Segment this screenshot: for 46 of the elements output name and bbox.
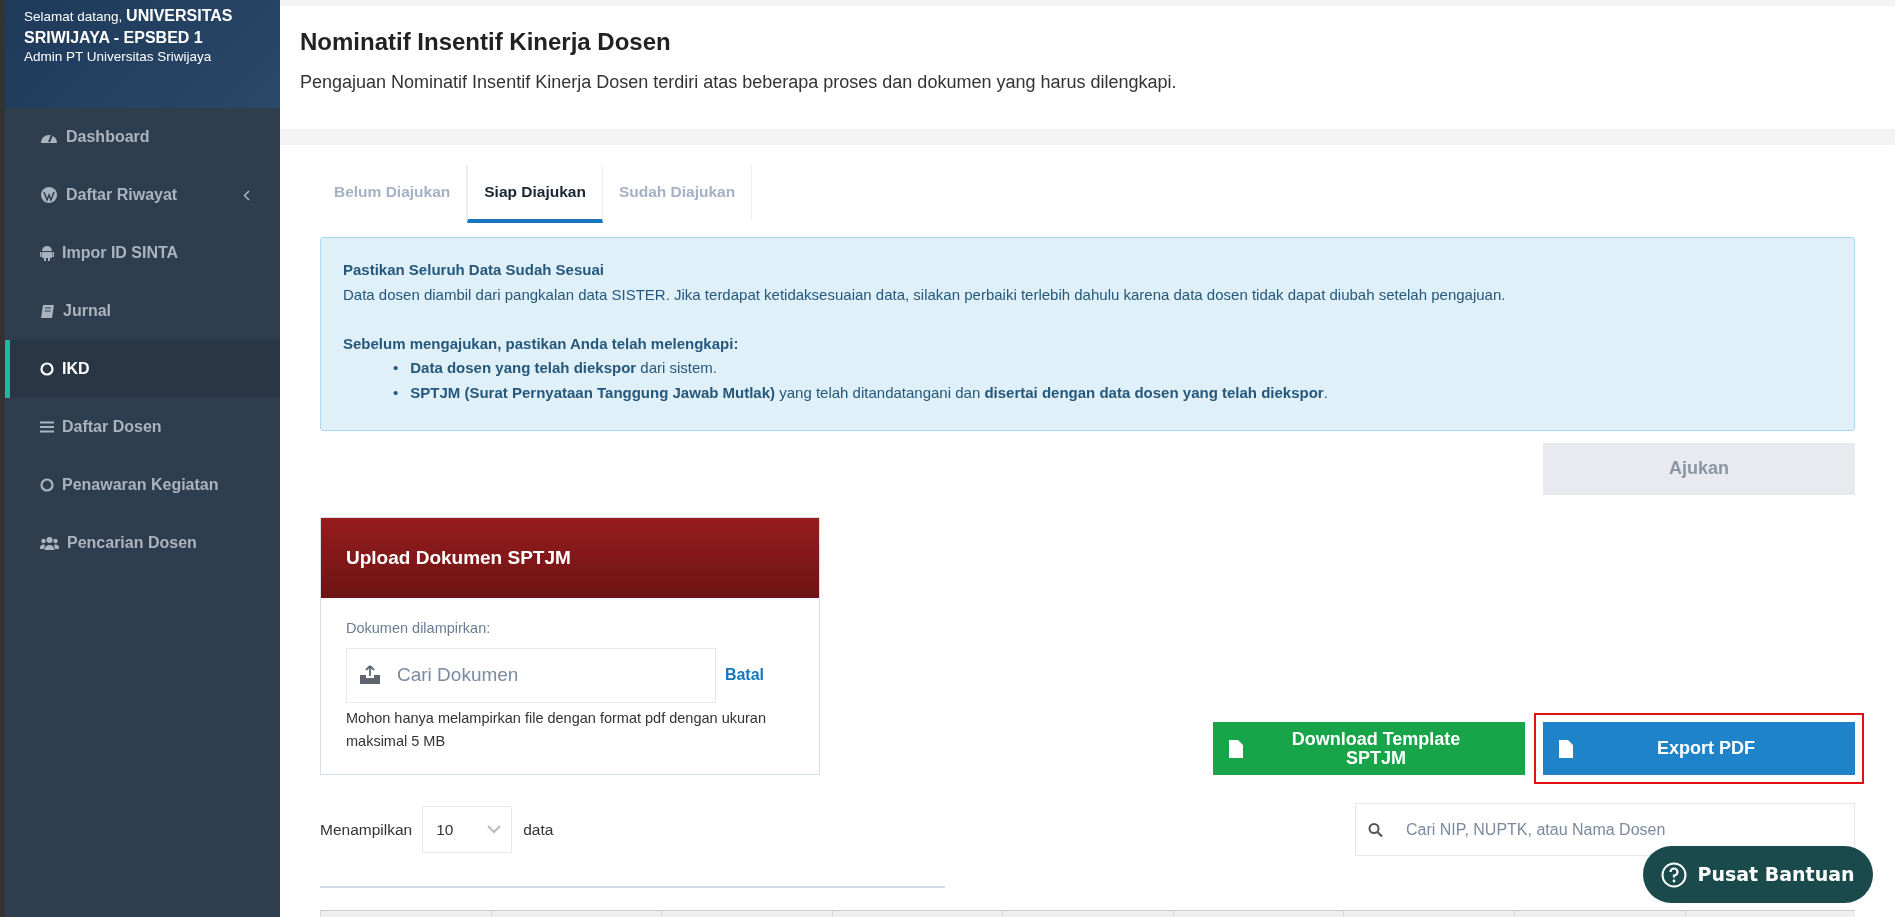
cancel-link[interactable]: Batal xyxy=(724,663,764,687)
bullet: • xyxy=(393,383,399,403)
sidebar-item[interactable]: Daftar Dosen xyxy=(5,398,280,456)
page-subtitle: Pengajuan Nominatif Insentif Kinerja Dosen terdiri atas beberapa proses dan dokumen yang harus dilengkapi. xyxy=(300,70,1178,94)
checklist-item: Data dosen yang telah diekspor dari sistem. xyxy=(410,358,718,379)
chevron-left-icon xyxy=(243,190,250,202)
circle-icon xyxy=(40,478,54,492)
page-size-label: Menampilkan xyxy=(320,820,413,841)
sidebar-item[interactable]: Daftar Riwayat xyxy=(5,166,280,224)
page-size-select[interactable]: 10 xyxy=(422,806,513,854)
welcome-text: Selamat datang, UNIVERSITAS SRIWIJAYA - EPSBED 1 xyxy=(24,6,234,48)
circle-icon xyxy=(40,362,54,376)
search-icon xyxy=(1368,822,1383,838)
book-icon xyxy=(40,303,55,319)
card-title: Upload Dokumen SPTJM xyxy=(321,517,819,598)
bullet: • xyxy=(393,358,399,379)
upload-icon xyxy=(359,665,381,685)
search-field[interactable]: Cari NIP, NUPTK, atau Nama Dosen xyxy=(1355,803,1855,857)
alert-text: Data dosen diambil dari pangkalan data SISTER. Jika terdapat ketidaksesuaian data, silakan perbaiki terlebih dahulu karena data dosen tidak dapat diubah setelah pengajuan. xyxy=(343,284,1507,305)
sidebar-item[interactable]: Pencarian Dosen xyxy=(5,514,280,572)
list-icon xyxy=(40,421,54,433)
export-button[interactable]: Export PDF xyxy=(1543,722,1855,776)
android-icon xyxy=(40,245,54,261)
tab[interactable]: Siap Diajukan xyxy=(467,165,603,223)
document-icon xyxy=(1559,739,1573,758)
checklist-item: SPTJM (Surat Pernyataan Tanggung Jawab Mutlak) yang telah ditandatangani dan disertai dengan data dosen yang telah diekspor. xyxy=(410,383,1328,403)
sidebar-item[interactable]: Penawaran Kegiatan xyxy=(5,456,280,514)
download-template-button[interactable]: Download Template SPTJM xyxy=(1213,722,1525,776)
wordpress-icon xyxy=(40,186,58,204)
user-role: Admin PT Universitas Sriwijaya xyxy=(24,48,213,67)
help-button[interactable]: Pusat Bantuan xyxy=(1643,846,1873,903)
sidebar-item[interactable]: IKD xyxy=(5,340,280,398)
document-icon xyxy=(1229,739,1243,758)
sidebar-item[interactable]: Impor ID SINTA xyxy=(5,224,280,282)
file-input-field[interactable]: Cari Dokumen xyxy=(346,647,716,703)
help-icon xyxy=(1661,861,1688,888)
sidebar-item[interactable]: Jurnal xyxy=(5,282,280,340)
users-icon xyxy=(40,536,59,550)
page-title: Nominatif Insentif Kinerja Dosen xyxy=(300,28,672,57)
upload-note: Mohon hanya melampirkan file dengan format pdf dengan ukuran maksimal 5 MB xyxy=(346,708,767,752)
alert-title: Pastikan Seluruh Data Sudah Sesuai xyxy=(343,260,605,280)
page-size-suffix: data xyxy=(523,820,554,841)
field-label: Dokumen dilampirkan: xyxy=(346,618,492,638)
sidebar-item[interactable]: Dashboard xyxy=(5,108,280,166)
chevron-down-icon xyxy=(487,825,502,835)
checklist-title: Sebelum mengajukan, pastikan Anda telah melengkapi: xyxy=(343,333,740,354)
